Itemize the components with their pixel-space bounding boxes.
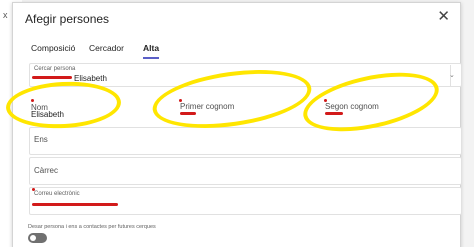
tab-composicio[interactable]: Composició [31,43,75,53]
carrec-placeholder: Càrrec [34,166,59,175]
ens-placeholder: Ens [34,135,48,144]
active-tab-indicator [143,57,160,59]
background-glyph: x [3,10,8,20]
toggle-knob [30,235,36,241]
save-contact-label: Desar persona i ens a contactes per futu… [28,224,156,230]
search-dropdown-toggle[interactable]: ⌄ [449,65,463,87]
ens-input[interactable]: Ens [29,127,462,155]
dialog-title: Afegir persones [25,12,110,26]
carrec-input[interactable]: Càrrec [29,157,462,185]
search-person-label: Cercar persona [34,66,76,72]
close-icon[interactable]: ✕ [437,9,450,24]
redaction-mark [32,203,118,206]
tab-cercador[interactable]: Cercador [89,43,124,53]
page: x Afegir persones ✕ Composició Cercador … [0,0,474,247]
save-contact-toggle[interactable] [28,233,47,243]
chevron-down-icon: ⌄ [449,72,455,79]
email-label: Correu electrònic [34,191,80,197]
tab-alta[interactable]: Alta [143,43,160,59]
email-input[interactable]: Correu electrònic [29,187,462,215]
tab-alta-label: Alta [143,43,160,53]
redaction-mark [32,76,72,79]
